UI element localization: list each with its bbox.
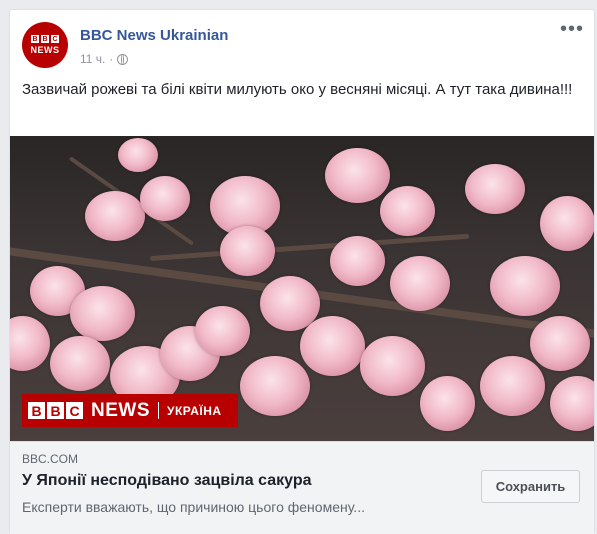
blossom xyxy=(540,196,594,251)
blossom xyxy=(550,376,594,431)
post-meta: 11 ч. · xyxy=(80,52,129,66)
blossom xyxy=(240,356,310,416)
blossom xyxy=(420,376,475,431)
page-name-link[interactable]: BBC News Ukrainian xyxy=(80,27,228,44)
blossom xyxy=(390,256,450,311)
post-card: B B C NEWS BBC News Ukrainian 11 ч. · ••… xyxy=(9,9,595,534)
link-domain: BBC.COM xyxy=(22,452,79,466)
blossom xyxy=(10,316,50,371)
logo-block: B xyxy=(47,402,64,419)
logo-block: B xyxy=(28,402,45,419)
logo-region: УКРАЇНА xyxy=(167,403,222,418)
blossom xyxy=(360,336,425,396)
logo-divider xyxy=(158,402,159,419)
blossom xyxy=(220,226,275,276)
link-description: Експерти вважають, що причиною цього фен… xyxy=(22,499,365,515)
avatar-block: C xyxy=(51,35,59,43)
blossom xyxy=(325,148,390,203)
blossom xyxy=(490,256,560,316)
blossom xyxy=(140,176,190,221)
blossom xyxy=(195,306,250,356)
avatar-label: NEWS xyxy=(30,45,60,55)
logo-block: C xyxy=(66,402,83,419)
blossom xyxy=(300,316,365,376)
avatar[interactable]: B B C NEWS xyxy=(22,22,68,68)
globe-icon[interactable] xyxy=(117,53,129,65)
post-time[interactable]: 11 ч. xyxy=(80,52,105,66)
avatar-block: B xyxy=(31,35,39,43)
blossom xyxy=(330,236,385,286)
meta-separator: · xyxy=(109,52,114,66)
logo-blocks: B B C xyxy=(28,402,83,419)
link-preview[interactable]: BBC.COM У Японії несподівано зацвіла сак… xyxy=(10,441,594,534)
post-image[interactable]: B B C NEWS УКРАЇНА xyxy=(10,136,594,441)
blossom xyxy=(530,316,590,371)
bbc-news-ukraine-logo: B B C NEWS УКРАЇНА xyxy=(22,394,238,427)
avatar-block: B xyxy=(41,35,49,43)
link-headline[interactable]: У Японії несподівано зацвіла сакура xyxy=(22,472,312,490)
ellipsis-icon[interactable]: ••• xyxy=(560,19,584,39)
blossom xyxy=(380,186,435,236)
blossom xyxy=(480,356,545,416)
blossom xyxy=(85,191,145,241)
post-header: B B C NEWS BBC News Ukrainian 11 ч. · ••… xyxy=(10,10,594,70)
blossom xyxy=(50,336,110,391)
blossom xyxy=(118,138,158,172)
avatar-logo-blocks: B B C xyxy=(31,35,59,43)
blossom xyxy=(465,164,525,214)
save-button[interactable]: Сохранить xyxy=(481,470,580,503)
blossom xyxy=(70,286,135,341)
post-text: Зазвичай рожеві та білі квіти милують ок… xyxy=(22,81,573,98)
logo-news: NEWS xyxy=(91,399,150,421)
